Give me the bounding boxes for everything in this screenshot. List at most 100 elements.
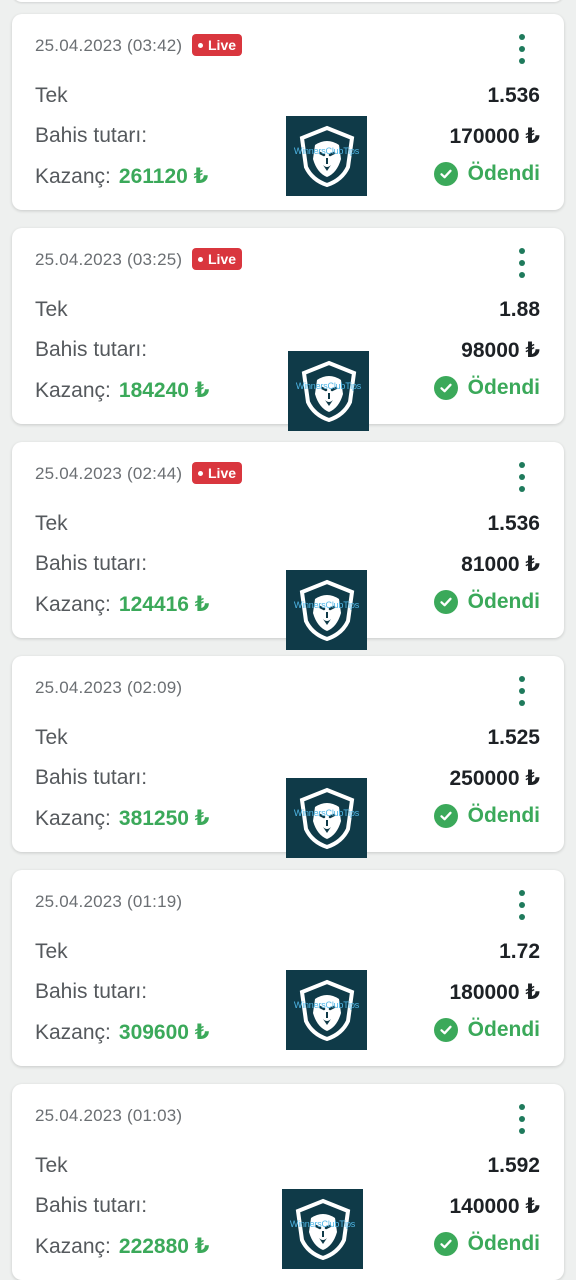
logo-watermark: WinnersClubTips xyxy=(289,1219,356,1229)
bet-type-label: Tek xyxy=(35,512,68,535)
paid-status-label: Ödendi xyxy=(467,804,540,827)
paid-status-label: Ödendi xyxy=(467,1232,540,1255)
bet-card[interactable]: 25.04.2023 (03:42) Live Tek 1.536 Bahis … xyxy=(12,14,564,210)
win-amount: 381250 ₺ xyxy=(118,807,210,830)
win-amount: 261120 ₺ xyxy=(118,165,209,188)
win-row: Kazanç: 184240 ₺ xyxy=(35,378,209,403)
win-label: Kazanç: xyxy=(35,1235,111,1258)
logo-watermark: WinnersClubTips xyxy=(295,381,362,391)
live-badge: Live xyxy=(192,248,243,270)
live-dot-icon xyxy=(198,42,203,48)
more-options-icon[interactable] xyxy=(510,248,534,278)
logo-watermark: WinnersClubTips xyxy=(293,1000,360,1010)
win-row: Kazanç: 261120 ₺ xyxy=(35,164,208,189)
lion-shield-logo: WinnersClubTips xyxy=(282,1189,363,1269)
bet-type-label: Tek xyxy=(35,940,68,963)
live-dot-icon xyxy=(198,470,203,476)
bet-date: 25.04.2023 (02:09) xyxy=(35,678,183,697)
more-options-icon[interactable] xyxy=(510,462,534,492)
win-label: Kazanç: xyxy=(35,807,111,830)
lion-shield-logo: WinnersClubTips xyxy=(286,116,367,196)
odds-value: 1.72 xyxy=(499,940,540,963)
more-options-icon[interactable] xyxy=(510,1104,534,1134)
stake-value: 140000 ₺ xyxy=(449,1195,540,1218)
stake-label: Bahis tutarı: xyxy=(35,766,148,789)
stake-label: Bahis tutarı: xyxy=(35,124,148,147)
stake-value: 250000 ₺ xyxy=(449,767,540,790)
odds-value: 1.536 xyxy=(487,84,540,107)
live-badge-label: Live xyxy=(208,465,237,481)
bet-date: 25.04.2023 (01:19) xyxy=(35,892,183,911)
stake-label: Bahis tutarı: xyxy=(35,338,148,361)
lion-shield-logo: WinnersClubTips xyxy=(286,570,367,650)
bet-date: 25.04.2023 (02:44) xyxy=(35,464,183,483)
more-options-icon[interactable] xyxy=(510,890,534,920)
bet-card[interactable]: 25.04.2023 (01:19) Tek 1.72 Bahis tutarı… xyxy=(12,870,564,1066)
bet-card[interactable]: 25.04.2023 (01:03) Tek 1.592 Bahis tutar… xyxy=(12,1084,564,1280)
live-badge-label: Live xyxy=(208,37,237,53)
stake-value: 98000 ₺ xyxy=(461,339,540,362)
live-badge: Live xyxy=(192,462,243,484)
win-label: Kazanç: xyxy=(35,1021,111,1044)
live-badge: Live xyxy=(192,34,243,56)
win-label: Kazanç: xyxy=(35,379,111,402)
stake-label: Bahis tutarı: xyxy=(35,1194,148,1217)
win-row: Kazanç: 124416 ₺ xyxy=(35,592,209,617)
win-label: Kazanç: xyxy=(35,165,111,188)
logo-watermark: WinnersClubTips xyxy=(293,808,360,818)
bet-card[interactable]: 25.04.2023 (02:44) Live Tek 1.536 Bahis … xyxy=(12,442,564,650)
odds-value: 1.88 xyxy=(499,298,540,321)
check-circle-icon xyxy=(433,162,458,186)
bet-card[interactable]: 25.04.2023 (02:09) Tek 1.525 Bahis tutar… xyxy=(12,656,564,858)
paid-status-label: Ödendi xyxy=(467,162,540,185)
odds-value: 1.536 xyxy=(487,512,540,535)
check-circle-icon xyxy=(433,804,458,828)
bet-date: 25.04.2023 (03:42) xyxy=(35,36,183,55)
logo-watermark: WinnersClubTips xyxy=(293,600,360,610)
paid-status-label: Ödendi xyxy=(467,376,540,399)
bet-type-label: Tek xyxy=(35,726,68,749)
more-options-icon[interactable] xyxy=(510,676,534,706)
bet-type-label: Tek xyxy=(35,84,68,107)
stake-value: 170000 ₺ xyxy=(449,125,540,148)
stake-label: Bahis tutarı: xyxy=(35,980,148,1003)
stake-label: Bahis tutarı: xyxy=(35,552,148,575)
bet-type-label: Tek xyxy=(35,298,68,321)
win-amount: 222880 ₺ xyxy=(118,1235,210,1258)
bet-date: 25.04.2023 (01:03) xyxy=(35,1106,183,1125)
win-amount: 124416 ₺ xyxy=(118,593,210,616)
paid-status: Ödendi xyxy=(433,590,540,614)
bet-type-label: Tek xyxy=(35,1154,68,1177)
more-options-icon[interactable] xyxy=(510,34,534,64)
win-row: Kazanç: 309600 ₺ xyxy=(35,1020,209,1045)
win-amount: 184240 ₺ xyxy=(118,379,210,402)
win-label: Kazanç: xyxy=(35,593,111,616)
lion-shield-logo: WinnersClubTips xyxy=(286,970,367,1050)
bet-date: 25.04.2023 (03:25) xyxy=(35,250,183,269)
live-badge-label: Live xyxy=(208,251,237,267)
paid-status: Ödendi xyxy=(433,1018,540,1042)
paid-status-label: Ödendi xyxy=(467,1018,540,1041)
logo-watermark: WinnersClubTips xyxy=(293,146,360,156)
check-circle-icon xyxy=(433,590,458,614)
paid-status-label: Ödendi xyxy=(467,590,540,613)
stake-value: 180000 ₺ xyxy=(449,981,540,1004)
live-dot-icon xyxy=(198,256,203,262)
win-row: Kazanç: 381250 ₺ xyxy=(35,806,209,831)
bet-card[interactable]: 25.04.2023 (03:25) Live Tek 1.88 Bahis t… xyxy=(12,228,564,431)
paid-status: Ödendi xyxy=(433,162,540,186)
check-circle-icon xyxy=(433,1018,458,1042)
odds-value: 1.592 xyxy=(487,1154,540,1177)
check-circle-icon xyxy=(433,1232,458,1256)
previous-card-edge xyxy=(12,0,564,2)
check-circle-icon xyxy=(433,376,458,400)
stake-value: 81000 ₺ xyxy=(461,553,540,576)
lion-shield-logo: WinnersClubTips xyxy=(286,778,367,858)
paid-status: Ödendi xyxy=(433,1232,540,1256)
paid-status: Ödendi xyxy=(433,804,540,828)
odds-value: 1.525 xyxy=(487,726,540,749)
win-amount: 309600 ₺ xyxy=(118,1021,210,1044)
paid-status: Ödendi xyxy=(433,376,540,400)
win-row: Kazanç: 222880 ₺ xyxy=(35,1234,209,1259)
lion-shield-logo: WinnersClubTips xyxy=(288,351,369,431)
